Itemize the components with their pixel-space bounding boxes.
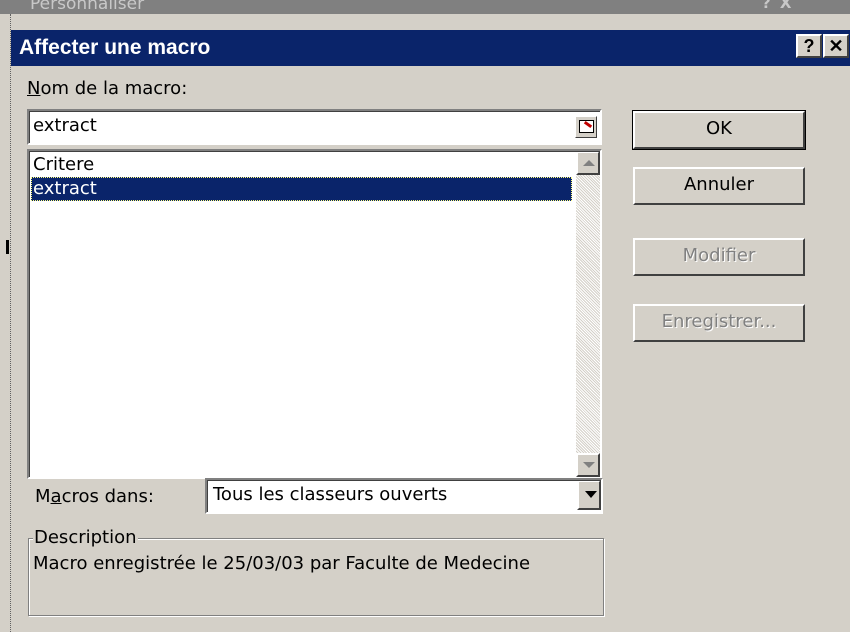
cancel-button[interactable]: Annuler (633, 167, 805, 205)
arrow-down-icon (583, 462, 595, 468)
description-text: Macro enregistrée le 25/03/03 par Facult… (33, 553, 531, 574)
macros-in-value: Tous les classeurs ouverts (213, 484, 448, 505)
collapse-dialog-button[interactable] (575, 116, 597, 138)
dropdown-button[interactable] (577, 480, 601, 510)
dialog-title: Affecter une macro (19, 36, 211, 59)
description-legend: Description (33, 527, 138, 549)
ok-button[interactable]: OK (632, 110, 806, 150)
list-item-extract[interactable]: extract (31, 177, 572, 201)
arrow-up-icon (583, 160, 595, 166)
help-button[interactable]: ? (796, 34, 822, 58)
list-item-critere[interactable]: Critere (31, 153, 572, 177)
scroll-up-button[interactable] (576, 151, 600, 175)
background-window-titlebar: Personnaliser ? X (0, 0, 850, 14)
macro-listbox[interactable]: Critere extract (27, 149, 602, 479)
macros-in-label-accel: a (50, 486, 62, 507)
assign-macro-dialog: Affecter une macro ? ✕ Nom de la macro: … (11, 14, 850, 632)
description-group: Description Macro enregistrée le 25/03/0… (28, 527, 604, 616)
macro-name-input[interactable]: extract (27, 109, 602, 145)
background-window-buttons: ? X (762, 0, 794, 12)
macro-name-value: extract (33, 115, 97, 136)
modify-button[interactable]: Modifier (633, 238, 805, 276)
record-button[interactable]: Enregistrer... (633, 304, 805, 342)
close-button[interactable]: ✕ (823, 34, 849, 58)
macros-in-label-post: cros dans: (61, 486, 154, 507)
macros-in-dropdown[interactable]: Tous les classeurs ouverts (205, 478, 603, 514)
background-worksheet-edge (0, 14, 11, 632)
macros-in-label: Macros dans: (35, 486, 154, 508)
dialog-titlebar: Affecter une macro ? ✕ (11, 30, 850, 66)
listbox-scrollbar[interactable] (576, 151, 600, 477)
chevron-down-icon (585, 491, 597, 498)
macros-in-label-pre: M (35, 486, 51, 507)
macro-name-label-accel: N (27, 78, 41, 99)
background-window-title: Personnaliser (30, 0, 145, 14)
edge-marker (6, 240, 9, 254)
macro-name-label-text: om de la macro: (40, 78, 188, 99)
scroll-down-button[interactable] (576, 453, 600, 477)
macro-name-label: Nom de la macro: (27, 78, 187, 100)
